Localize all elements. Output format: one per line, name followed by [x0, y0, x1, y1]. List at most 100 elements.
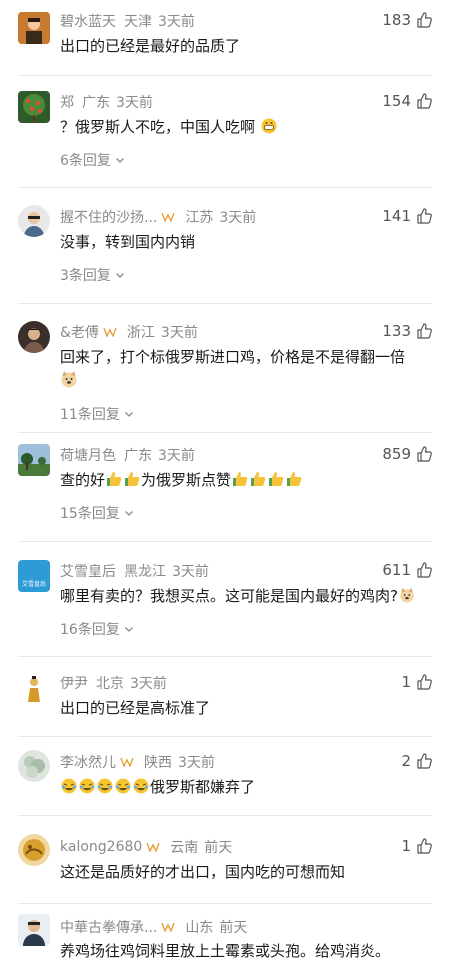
like-button[interactable]: 2	[401, 752, 432, 770]
thumbs-up-icon	[417, 446, 432, 462]
location: 浙江	[126, 325, 155, 341]
avatar[interactable]	[18, 321, 50, 353]
reply-count: 11条回复	[60, 407, 120, 423]
thumbs-up-icon	[417, 93, 432, 109]
comment-text: 回来了，打个标俄罗斯进口鸡，价格是不是得翻一倍	[60, 348, 406, 366]
thumbs-up-icon	[417, 753, 432, 769]
like-count: 154	[382, 92, 411, 110]
doge-emoji-icon	[400, 587, 414, 603]
username[interactable]: &老傅	[60, 322, 99, 342]
avatar[interactable]	[18, 205, 50, 237]
thumbs-up-icon	[417, 674, 432, 690]
laugh-cry-emoji-icon	[97, 778, 113, 794]
avatar[interactable]	[18, 444, 50, 476]
divider	[18, 75, 432, 76]
divider	[18, 303, 432, 304]
vip-badge-icon	[103, 327, 117, 337]
thumbs-up-emoji-icon	[251, 472, 266, 486]
comment-text: 养鸡场往鸡饲料里放上土霉素或头孢。给鸡消炎。	[60, 942, 391, 960]
thumbs-up-emoji-icon	[107, 472, 122, 486]
comment-text-content: 哪里有卖的？我想买点。这可能是国内最好的鸡肉?	[60, 587, 398, 605]
username[interactable]: 伊尹	[60, 673, 88, 693]
expand-replies-button[interactable]: 3条回复	[60, 265, 125, 285]
like-button[interactable]: 1	[401, 837, 432, 855]
avatar[interactable]	[18, 12, 50, 44]
expand-replies-button[interactable]: 15条回复	[60, 503, 134, 523]
timestamp: 3天前	[116, 95, 153, 111]
comment-meta: 郑 广东 3天前	[60, 92, 153, 112]
vip-badge-icon	[161, 922, 176, 932]
comment-meta: 艾雪皇后 黑龙江 3天前	[60, 561, 209, 581]
comment-meta: &老傅 浙江 3天前	[60, 322, 198, 342]
divider	[18, 903, 432, 904]
like-button[interactable]: 154	[382, 92, 432, 110]
reply-count: 6条回复	[60, 153, 111, 169]
timestamp: 3天前	[158, 448, 195, 464]
avatar[interactable]: 艾雪皇后	[18, 560, 50, 592]
divider	[18, 187, 432, 188]
comment-text-part: 查的好	[60, 471, 106, 489]
vip-badge-icon	[161, 212, 176, 222]
grin-emoji-icon	[261, 118, 277, 134]
username[interactable]: 荷塘月色	[60, 445, 116, 465]
like-button[interactable]: 859	[382, 445, 432, 463]
timestamp: 3天前	[130, 676, 167, 692]
thumbs-up-icon	[417, 12, 432, 28]
expand-replies-button[interactable]: 6条回复	[60, 150, 125, 170]
avatar[interactable]	[18, 91, 50, 123]
reply-count: 15条回复	[60, 506, 120, 522]
comment-text-part: 为俄罗斯点赞	[141, 471, 232, 489]
thumbs-up-emoji-icon	[125, 472, 140, 486]
comment-text: 这还是品质好的才出口，国内吃的可想而知	[60, 863, 346, 881]
thumbs-up-icon	[417, 838, 432, 854]
comment-text: 没事，转到国内内销	[60, 233, 196, 251]
timestamp: 3天前	[172, 564, 209, 580]
expand-replies-button[interactable]: 16条回复	[60, 619, 134, 639]
reply-count: 3条回复	[60, 268, 111, 284]
timestamp: 3天前	[178, 755, 215, 771]
avatar[interactable]	[18, 750, 50, 782]
like-button[interactable]: 183	[382, 11, 432, 29]
location: 陕西	[144, 755, 172, 771]
chevron-down-icon	[115, 273, 124, 278]
username[interactable]: 艾雪皇后	[60, 561, 116, 581]
comment-meta: 握不住的沙扬... 江苏 3天前	[60, 207, 256, 227]
avatar[interactable]	[18, 834, 50, 866]
location: 山东	[185, 920, 214, 936]
like-button[interactable]: 133	[382, 322, 432, 340]
doge-emoji-icon	[61, 371, 77, 388]
comment-text: ？俄罗斯人不吃，中国人吃啊	[60, 116, 432, 138]
username[interactable]: 郑	[60, 92, 74, 112]
location: 广东	[124, 448, 152, 464]
comment-text-content: 俄罗斯都嫌弃了	[150, 778, 256, 796]
comment-meta: 荷塘月色 广东 3天前	[60, 445, 195, 465]
username[interactable]: 中華古拳傳承...	[60, 917, 157, 937]
location: 广东	[82, 95, 110, 111]
thumbs-up-emoji-icon	[233, 472, 248, 486]
like-count: 611	[382, 561, 411, 579]
username[interactable]: 握不住的沙扬...	[60, 207, 157, 227]
thumbs-up-emoji-icon	[269, 472, 284, 486]
like-button[interactable]: 611	[382, 561, 432, 579]
location: 云南	[170, 840, 199, 856]
avatar[interactable]	[18, 672, 50, 704]
username[interactable]: 李冰然儿	[60, 752, 116, 772]
timestamp: 3天前	[160, 325, 198, 341]
comment-meta: 中華古拳傳承... 山东 前天	[60, 917, 247, 937]
thumbs-up-emoji-icon	[287, 472, 302, 486]
reply-count: 16条回复	[60, 622, 120, 638]
comment-text: 出口的已经是高标准了	[60, 699, 211, 717]
expand-replies-button[interactable]: 11条回复	[60, 404, 134, 424]
like-count: 1	[401, 837, 411, 855]
comment-text: 查的好 为俄罗斯点赞	[60, 469, 432, 491]
like-button[interactable]: 141	[382, 207, 432, 225]
like-button[interactable]: 1	[401, 673, 432, 691]
comment-meta: 李冰然儿 陕西 3天前	[60, 752, 215, 772]
laugh-cry-emoji-icon	[79, 778, 95, 794]
avatar[interactable]	[18, 914, 50, 946]
laugh-cry-emoji-icon	[115, 778, 131, 794]
username[interactable]: kalong2680	[60, 839, 142, 855]
username[interactable]: 碧水蓝天	[60, 11, 116, 31]
location: 北京	[96, 676, 124, 692]
like-count: 859	[382, 445, 411, 463]
